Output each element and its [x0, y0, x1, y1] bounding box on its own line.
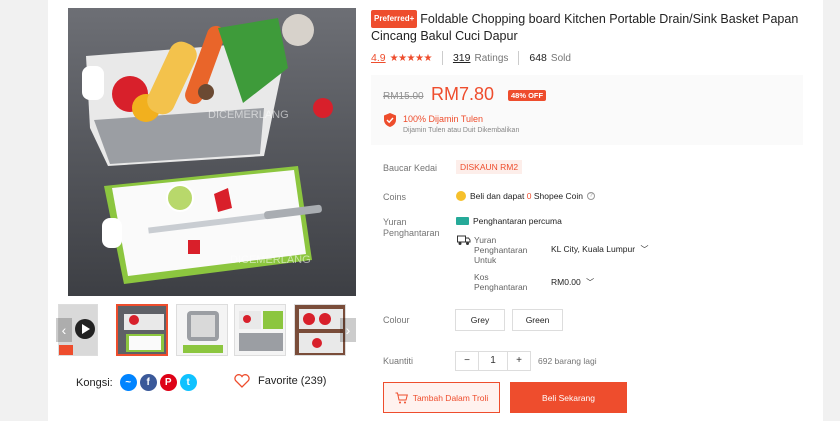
- share-label: Kongsi:: [76, 376, 113, 389]
- share-bar: Kongsi: ~ f P t: [76, 374, 197, 391]
- stock-remaining: 692 barang lagi: [538, 356, 597, 366]
- divider: [518, 51, 520, 65]
- sold-count: 648: [529, 52, 547, 64]
- pinterest-icon[interactable]: P: [159, 374, 177, 391]
- thumbnail-strip: ‹ ›: [56, 304, 356, 358]
- colour-label: Colour: [383, 315, 410, 325]
- shipping-cost-value: RM0.00: [551, 277, 581, 287]
- chevron-down-icon: ﹀: [640, 245, 649, 254]
- ratings-label: Ratings: [474, 52, 509, 64]
- price-box: RM15.00 RM7.80 48% OFF 100% Dijamin Tule…: [371, 75, 803, 145]
- coins-text-before: Beli dan dapat: [470, 191, 525, 201]
- chevron-down-icon: ﹀: [586, 278, 595, 287]
- thumbnail-2[interactable]: [176, 304, 228, 356]
- authenticity-guarantee[interactable]: 100% Dijamin Tulen Dijamin Tulen atau Du…: [384, 113, 519, 137]
- thumbnail-next-arrow[interactable]: ›: [340, 318, 356, 342]
- quantity-input[interactable]: 1: [479, 351, 507, 371]
- original-price: RM15.00: [383, 91, 424, 102]
- shipping-to-prefix: Yuran: [474, 235, 497, 245]
- quantity-decrease-button[interactable]: −: [455, 351, 479, 371]
- quantity-label: Kuantiti: [383, 356, 414, 366]
- coins-info: Beli dan dapat 0 Shopee Coin ?: [456, 191, 595, 201]
- add-to-cart-label: Tambah Dalam Troli: [412, 392, 489, 403]
- product-title-text: Foldable Chopping board Kitchen Portable…: [371, 12, 799, 43]
- shipping-cost-dropdown[interactable]: RM0.00 ﹀: [551, 277, 594, 288]
- coins-amount: 0: [526, 191, 532, 201]
- twitter-icon[interactable]: t: [179, 374, 197, 391]
- shipping-location-dropdown[interactable]: KL City, Kuala Lumpur ﹀: [551, 244, 648, 255]
- free-shipping-icon: [456, 217, 469, 225]
- discount-badge: 48% OFF: [508, 90, 547, 101]
- sold-label: Sold: [550, 52, 571, 64]
- guarantee-subtitle: Dijamin Tulen atau Duit Dikembalikan: [403, 127, 520, 134]
- shipping-cost-label: Kos Penghantaran: [474, 272, 528, 292]
- help-icon[interactable]: ?: [587, 192, 595, 200]
- shipping-label: Yuran Penghantaran: [383, 217, 440, 238]
- buy-now-button[interactable]: Beli Sekarang: [510, 382, 627, 413]
- heart-icon: [234, 374, 250, 388]
- preferred-badge: Preferred+: [371, 10, 418, 28]
- messenger-icon[interactable]: ~: [119, 374, 137, 391]
- product-title: Preferred+ Foldable Chopping board Kitche…: [371, 10, 801, 44]
- shipping-to-label: Penghantaran Untuk: [474, 245, 528, 265]
- add-to-cart-button[interactable]: Tambah Dalam Troli: [383, 382, 500, 413]
- favorite-label: Favorite (239): [258, 375, 327, 387]
- thumbnail-1[interactable]: [116, 304, 168, 356]
- colour-option-grey[interactable]: Grey: [455, 309, 505, 331]
- watermark-text: DICEMERLANG: [208, 109, 289, 121]
- shipping-location-value: KL City, Kuala Lumpur: [551, 244, 636, 254]
- quantity-stepper: − 1 +: [455, 351, 531, 371]
- thumbnail-4[interactable]: [294, 304, 346, 356]
- watermark-text-2: DICEMERLANG: [230, 254, 311, 266]
- ratings-count[interactable]: 319: [453, 52, 471, 64]
- thumbnail-3[interactable]: [234, 304, 286, 356]
- star-icons: ★★★★★: [389, 52, 433, 64]
- free-shipping-row: Penghantaran percuma: [456, 216, 562, 226]
- voucher-label: Baucar Kedai: [383, 163, 438, 173]
- main-product-image[interactable]: DICEMERLANG DICEMERLANG: [68, 8, 356, 296]
- divider: [441, 51, 443, 65]
- truck-icon: [457, 235, 471, 245]
- cart-icon: [395, 392, 408, 403]
- facebook-icon[interactable]: f: [139, 374, 157, 391]
- favorite-button[interactable]: Favorite (239): [234, 374, 326, 388]
- rating-score[interactable]: 4.9: [371, 52, 386, 64]
- colour-option-green[interactable]: Green: [512, 309, 563, 331]
- current-price: RM7.80: [431, 84, 495, 104]
- product-page: DICEMERLANG DICEMERLANG ‹ › Kongsi: ~ f …: [48, 0, 823, 421]
- shield-check-icon: [384, 113, 396, 127]
- quantity-increase-button[interactable]: +: [507, 351, 531, 371]
- voucher-chip[interactable]: DISKAUN RM2: [456, 160, 523, 174]
- rating-row: 4.9 ★★★★★ 319 Ratings 648 Sold: [371, 51, 571, 65]
- coins-label: Coins: [383, 192, 407, 202]
- coins-text-after: Shopee Coin: [533, 191, 583, 201]
- shopee-coin-icon: [456, 191, 466, 201]
- guarantee-title: 100% Dijamin Tulen: [403, 114, 484, 124]
- free-shipping-text: Penghantaran percuma: [473, 216, 562, 226]
- thumbnail-prev-arrow[interactable]: ‹: [56, 318, 72, 342]
